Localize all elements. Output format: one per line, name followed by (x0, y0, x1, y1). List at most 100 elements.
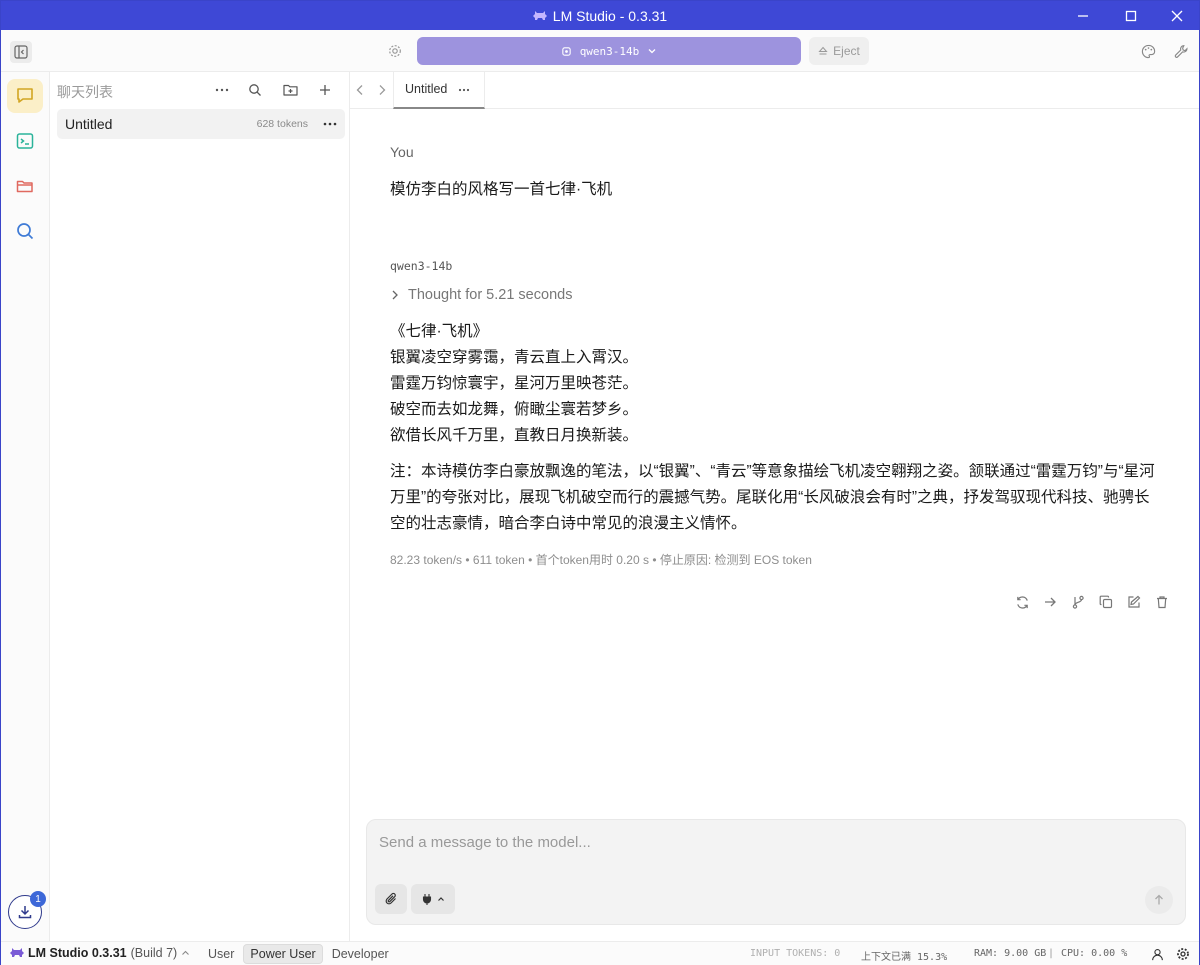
window-title: LM Studio - 0.3.31 (552, 7, 668, 24)
user-button[interactable] (1149, 946, 1165, 962)
terminal-icon (16, 133, 34, 149)
chat-list-item[interactable]: Untitled 628 tokens (57, 109, 345, 139)
download-icon (18, 906, 32, 919)
settings-button[interactable] (1175, 946, 1191, 962)
continue-button[interactable] (1041, 593, 1059, 611)
status-divider: | (1048, 948, 1055, 959)
search-icon (249, 84, 261, 96)
folder-plus-icon (282, 84, 298, 96)
chat-search-button[interactable] (246, 81, 264, 99)
message-actions (1013, 593, 1171, 611)
new-chat-button[interactable] (316, 81, 334, 99)
edit-icon (1128, 595, 1141, 608)
rail-developer-button[interactable] (7, 124, 43, 158)
minimize-button[interactable] (1060, 1, 1106, 30)
developer-tools-button[interactable] (1172, 42, 1190, 60)
chat-list-title: 聊天列表 (57, 84, 113, 100)
thought-toggle[interactable]: Thought for 5.21 seconds (390, 287, 572, 303)
poem: 《七律·飞机》 银翼凌空穿雾霭，青云直上入霄汉。 雷霆万钧惊寰宇，星河万里映苍茫… (390, 319, 638, 449)
close-button[interactable] (1154, 1, 1200, 30)
mode-developer[interactable]: Developer (325, 944, 396, 964)
folder-icon (16, 180, 33, 193)
maximize-button[interactable] (1108, 1, 1154, 30)
downloads-count-badge: 1 (30, 891, 46, 907)
conversation-area: You 模仿李白的风格写一首七律·飞机 qwen3-14b Thought fo… (350, 109, 1199, 809)
forward-button[interactable] (374, 82, 390, 98)
user-icon (1151, 948, 1163, 960)
regenerate-button[interactable] (1013, 593, 1031, 611)
back-button[interactable] (352, 82, 368, 98)
generation-stats: 82.23 token/s • 611 token • 首个token用时 0.… (390, 553, 812, 567)
chat-item-more-button[interactable] (321, 115, 339, 133)
left-rail: 1 (1, 72, 50, 941)
window-title-area: LM Studio - 0.3.31 (1, 1, 1199, 30)
copy-button[interactable] (1097, 593, 1115, 611)
mode-power-user[interactable]: Power User (243, 944, 323, 964)
chevron-left-icon (356, 85, 363, 95)
refresh-icon (1016, 595, 1028, 609)
rail-discover-button[interactable] (7, 214, 43, 248)
mode-user[interactable]: User (201, 944, 241, 964)
user-message: 模仿李白的风格写一首七律·飞机 (390, 181, 613, 198)
app-version: LM Studio 0.3.31 (28, 946, 127, 960)
chat-item-name: Untitled (65, 116, 113, 132)
chevron-up-icon (438, 897, 444, 901)
chevron-right-icon (379, 85, 386, 95)
maximize-icon (1125, 10, 1137, 21)
theme-button[interactable] (1139, 42, 1157, 60)
chat-bubble-icon (17, 88, 33, 103)
more-horizontal-icon (458, 88, 470, 92)
message-input[interactable]: Send a message to the model... (379, 834, 591, 851)
chat-list-panel: 聊天列表 Untitled 628 tokens (50, 72, 350, 941)
tab-more-button[interactable] (456, 82, 472, 98)
minimize-icon (1078, 14, 1088, 17)
app-build: (Build 7) (130, 946, 178, 960)
search-icon (17, 223, 34, 240)
rail-chat-button[interactable] (7, 79, 43, 113)
assistant-label: qwen3-14b (390, 259, 453, 273)
delete-button[interactable] (1153, 593, 1171, 611)
title-bar: LM Studio - 0.3.31 (1, 1, 1199, 30)
more-horizontal-icon (323, 122, 337, 126)
message-composer[interactable]: Send a message to the model... (366, 819, 1186, 925)
lmstudio-logo-icon (532, 10, 547, 20)
poem-line: 雷霆万钧惊寰宇，星河万里映苍茫。 (390, 375, 639, 392)
status-bar: LM Studio 0.3.31 (Build 7) User Power Us… (1, 941, 1199, 965)
more-horizontal-icon (215, 88, 229, 92)
plus-icon (320, 85, 330, 95)
poem-line: 银翼凌空穿雾霭，青云直上入霄汉。 (390, 349, 639, 366)
eject-button[interactable]: Eject (809, 37, 869, 65)
chat-list-more-button[interactable] (213, 81, 231, 99)
model-chip-icon (561, 46, 571, 56)
new-folder-button[interactable] (281, 81, 299, 99)
poem-title: 《七律·飞机》 (390, 323, 489, 340)
ram-usage: RAM: 9.00 GB (974, 948, 1047, 959)
model-settings-button[interactable] (387, 43, 403, 59)
tab-bar: Untitled (350, 72, 1199, 109)
input-tokens: INPUT TOKENS: 0 (750, 948, 841, 959)
model-selector[interactable]: qwen3-14b (417, 37, 801, 65)
tab-label: Untitled (405, 82, 448, 96)
close-icon (1171, 10, 1183, 21)
thought-label: Thought for 5.21 seconds (408, 287, 573, 303)
chevron-up-icon[interactable] (181, 949, 190, 957)
integrations-button[interactable] (411, 884, 455, 914)
user-label: You (390, 144, 414, 160)
poem-note: 注：本诗模仿李白豪放飘逸的笔法，以“银翼”、“青云”等意象描绘飞机凌空翱翔之姿。… (390, 463, 1155, 532)
tab-untitled[interactable]: Untitled (393, 72, 485, 109)
app-info: LM Studio 0.3.31 (Build 7) (10, 946, 190, 960)
poem-line: 欲借长风千万里，直教日月换新装。 (390, 427, 639, 444)
rail-models-button[interactable] (7, 169, 43, 203)
chat-list-header: 聊天列表 (50, 72, 350, 108)
toggle-sidebar-button[interactable] (10, 41, 32, 63)
poem-line: 破空而去如龙舞，俯瞰尘寰若梦乡。 (390, 401, 639, 418)
gear-icon (389, 45, 401, 57)
wrench-icon (1174, 44, 1188, 58)
branch-button[interactable] (1069, 593, 1087, 611)
copy-icon (1099, 595, 1113, 609)
context-usage: 上下文已满 15.3% (861, 952, 948, 963)
gear-icon (1177, 948, 1189, 960)
attach-file-button[interactable] (375, 884, 407, 914)
send-button[interactable] (1145, 886, 1173, 914)
edit-button[interactable] (1125, 593, 1143, 611)
